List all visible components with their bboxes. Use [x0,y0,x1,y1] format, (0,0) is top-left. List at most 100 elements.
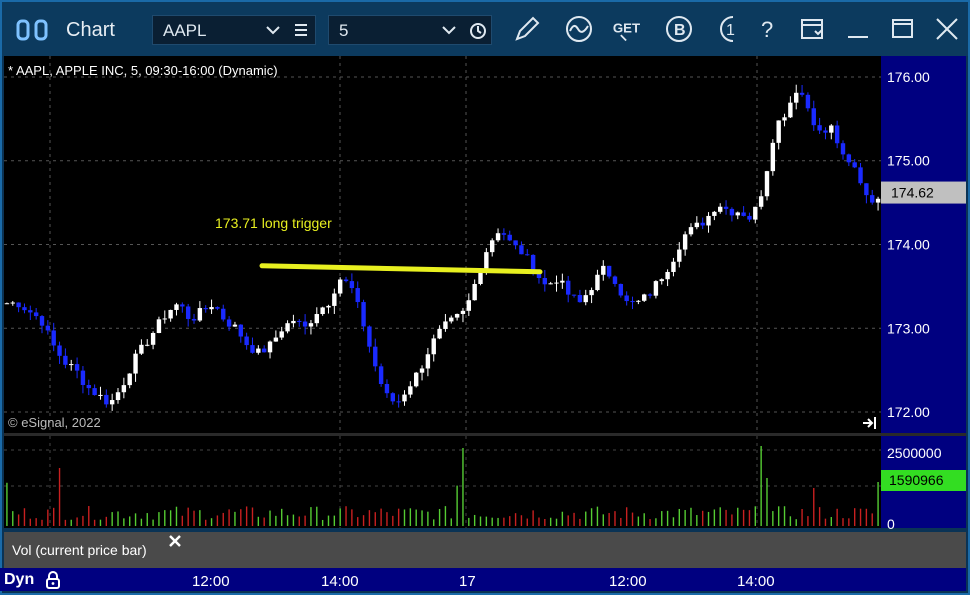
candle-body [747,215,752,220]
chevron-down-icon[interactable] [265,24,281,36]
candle-body [384,383,390,394]
candle-body [735,212,740,216]
candle-body [548,283,553,285]
candle-body [577,295,583,303]
candle-body [612,276,618,284]
pencil-icon[interactable] [512,14,542,44]
lock-icon[interactable] [44,570,62,589]
candle-body [659,279,664,282]
candle-body [197,308,203,321]
candle-body [250,345,255,353]
candle-body [261,348,267,353]
candle-body [373,346,378,367]
candle-body [782,117,787,121]
candle-body [367,326,372,347]
time-tick: 12:00 [609,573,647,590]
time-axis[interactable]: Dyn 12:00 14:00 17 12:00 14:00 [0,568,966,591]
candle-body [355,288,360,303]
candle-body [408,386,413,395]
long-trigger-trendline[interactable] [259,263,543,275]
maximize-icon[interactable] [888,14,918,44]
price-tick-label: 175.00 [887,153,930,169]
candle-body [437,328,442,339]
candle-body [232,324,238,327]
info-icon[interactable]: 1 [712,14,742,44]
candle-body [57,345,62,356]
candle-body [109,400,115,405]
candle-body [706,215,711,226]
price-axis-svg: 176.00 175.00 174.00 173.00 172.00 174.62 [881,69,966,420]
wave-icon[interactable] [564,14,594,44]
candle-body [121,385,127,393]
candle-body [495,233,501,241]
candle-body [267,341,273,353]
clock-icon[interactable] [469,22,487,40]
candle-body [238,324,243,337]
symbol-value: AAPL [163,21,207,40]
candle-body [302,321,308,327]
close-study-icon[interactable] [168,534,182,548]
time-tick: 17 [459,573,476,590]
title-bar: Chart AAPL 5 GET B 1 ? [2,2,968,56]
list-icon[interactable] [293,23,309,37]
annotation-label[interactable]: 173.71 long trigger [215,215,332,231]
volume-pane[interactable] [4,436,881,528]
chevron-down-icon[interactable] [441,24,457,36]
candle-body [314,314,319,324]
candle-body [104,394,109,405]
candle-body [92,388,97,396]
window-menu-icon[interactable] [798,14,828,44]
candle-body [823,130,828,133]
get-data-icon[interactable]: GET [612,14,642,44]
candle-body [291,320,296,324]
candle-body [489,240,495,253]
candle-body [16,302,21,308]
candle-body [297,320,302,322]
candle-body [343,279,349,282]
candle-body [513,240,518,246]
candle-body [115,392,121,401]
b-icon[interactable]: B [664,14,694,44]
candle-body [98,394,103,396]
candle-body [22,307,27,311]
price-pane[interactable]: * AAPL, APPLE INC, 5, 09:30-16:00 (Dynam… [4,56,881,433]
candle-body [846,154,852,163]
candle-body [712,211,717,216]
candle-body [764,171,770,197]
price-tick-label: 176.00 [887,69,930,85]
dyn-label[interactable]: Dyn [4,571,34,589]
volume-chart-svg [4,436,881,528]
candle-body [589,290,594,296]
candle-body [601,265,606,275]
candle-body [788,102,793,118]
candle-body [86,384,91,389]
candle-body [688,227,694,235]
candle-body [624,295,629,302]
price-tick-label: 173.00 [887,320,930,336]
candle-body [870,195,875,203]
candle-body [168,309,173,319]
candle-body [191,318,197,321]
close-icon[interactable] [932,14,962,44]
candle-body [811,108,816,126]
scroll-to-end-icon[interactable] [862,416,878,430]
candle-body [799,92,805,95]
candle-body [671,261,676,272]
candle-body [162,318,167,320]
candle-body [226,319,232,327]
candle-body [829,125,834,133]
candle-body [519,245,524,255]
minimize-icon[interactable] [844,14,874,44]
candle-body [349,281,355,289]
candle-body [256,348,261,353]
help-icon[interactable]: ? [754,14,784,44]
volume-axis[interactable]: 2500000 1590966 0 [881,436,966,532]
interval-selector[interactable]: 5 [328,15,492,45]
symbol-selector[interactable]: AAPL [152,15,316,45]
candle-body [402,394,407,402]
candle-body [45,325,51,331]
candle-body [805,94,811,109]
price-axis[interactable]: 176.00 175.00 174.00 173.00 172.00 174.62 [881,56,966,433]
candle-body [332,293,337,306]
candle-body [80,370,86,385]
